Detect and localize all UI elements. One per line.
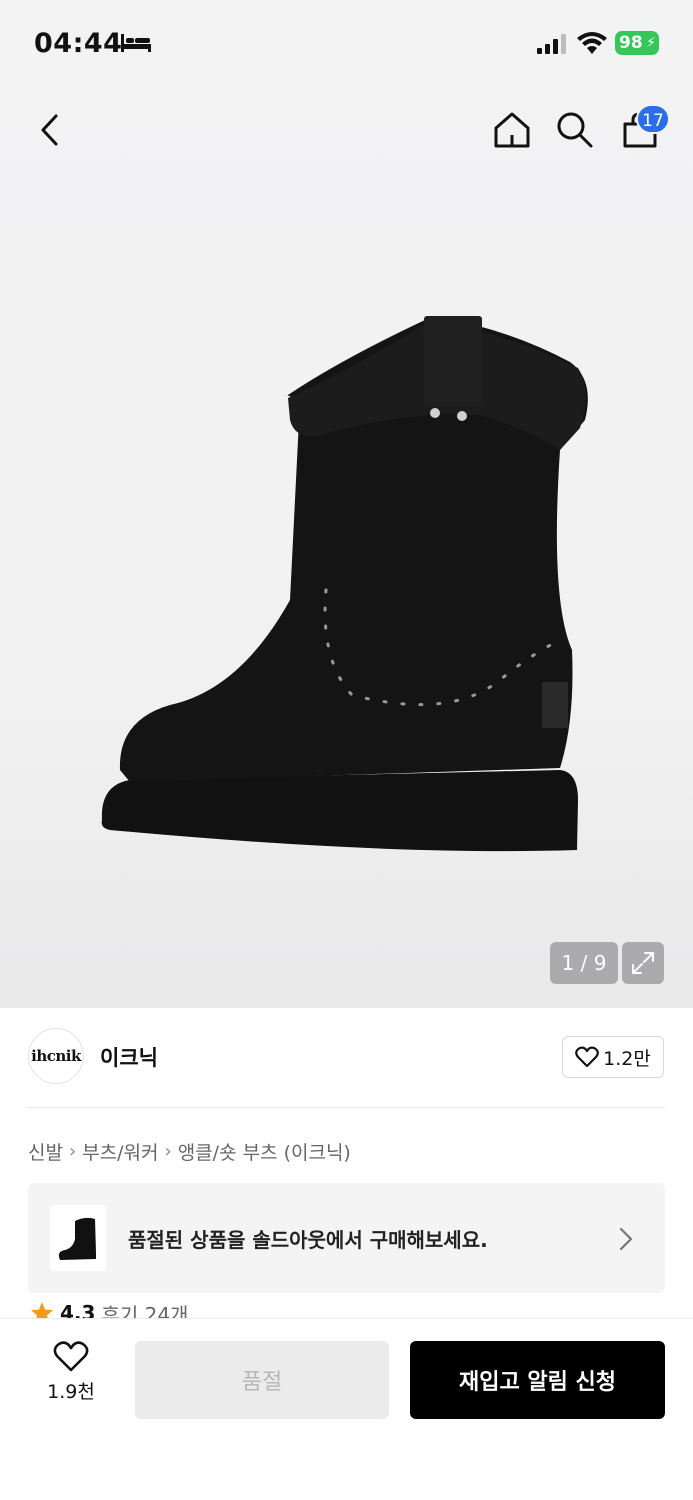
wishlist-button[interactable]: 1.9천 — [34, 1341, 108, 1411]
signal-icon — [537, 34, 566, 54]
breadcrumb-item-boots[interactable]: 부츠/워커 — [82, 1138, 158, 1165]
soldout-button: 품절 — [135, 1341, 389, 1419]
section-divider — [28, 1107, 665, 1108]
status-bar: 04:44 98 ⚡ — [0, 0, 693, 90]
search-button[interactable] — [551, 106, 599, 154]
charging-bolt-icon: ⚡ — [646, 35, 656, 51]
search-icon — [557, 112, 593, 148]
battery-indicator: 98 ⚡ — [615, 31, 659, 55]
chevron-right-icon — [619, 1227, 633, 1251]
back-button[interactable] — [26, 106, 74, 154]
breadcrumb-item-shoes[interactable]: 신발 — [28, 1138, 63, 1165]
expand-image-button[interactable] — [622, 942, 664, 984]
breadcrumb: 신발 › 부츠/워커 › 앵클/숏 부츠 (이크닉) — [28, 1138, 351, 1165]
breadcrumb-chevron-icon: › — [68, 1141, 77, 1162]
soldout-banner-text: 품절된 상품을 솔드아웃에서 구매해보세요. — [128, 1228, 488, 1252]
product-page: 04:44 98 ⚡ 17 1 / 9 ihcnik 이크닉 1.2만 신발 ›… — [0, 0, 693, 1500]
brand-like-count: 1.2만 — [603, 1047, 651, 1070]
top-navigation — [0, 100, 693, 160]
product-hero: 04:44 98 ⚡ 17 1 / 9 — [0, 0, 693, 1008]
soldout-banner[interactable]: 품절된 상품을 솔드아웃에서 구매해보세요. — [28, 1183, 665, 1293]
heart-icon — [53, 1341, 89, 1372]
heart-icon — [575, 1046, 599, 1068]
brand-row: ihcnik 이크닉 1.2만 — [28, 1028, 665, 1086]
status-time: 04:44 — [34, 28, 123, 59]
back-icon — [41, 114, 58, 146]
brand-logo-text: ihcnik — [31, 1047, 81, 1065]
battery-level: 98 — [619, 33, 643, 53]
breadcrumb-chevron-icon: › — [164, 1141, 172, 1162]
soldout-thumbnail — [50, 1205, 106, 1271]
product-image[interactable] — [90, 300, 600, 880]
bed-icon — [121, 34, 151, 52]
boot-thumbnail-icon — [58, 1217, 96, 1260]
restock-alert-button[interactable]: 재입고 알림 신청 — [410, 1341, 665, 1419]
home-button[interactable] — [488, 106, 536, 154]
expand-icon — [632, 952, 654, 974]
brand-name[interactable]: 이크닉 — [100, 1042, 158, 1072]
brand-logo[interactable]: ihcnik — [28, 1028, 84, 1084]
image-counter: 1 / 9 — [550, 942, 618, 984]
wifi-icon — [577, 32, 607, 54]
brand-like-button[interactable]: 1.2만 — [562, 1036, 664, 1078]
home-icon — [494, 112, 530, 148]
cart-count-badge: 17 — [636, 104, 670, 134]
wishlist-count: 1.9천 — [47, 1381, 95, 1403]
bottom-action-bar: 1.9천 품절 재입고 알림 신청 — [0, 1318, 693, 1500]
breadcrumb-item-ankle-boots[interactable]: 앵클/숏 부츠 (이크닉) — [178, 1138, 351, 1165]
